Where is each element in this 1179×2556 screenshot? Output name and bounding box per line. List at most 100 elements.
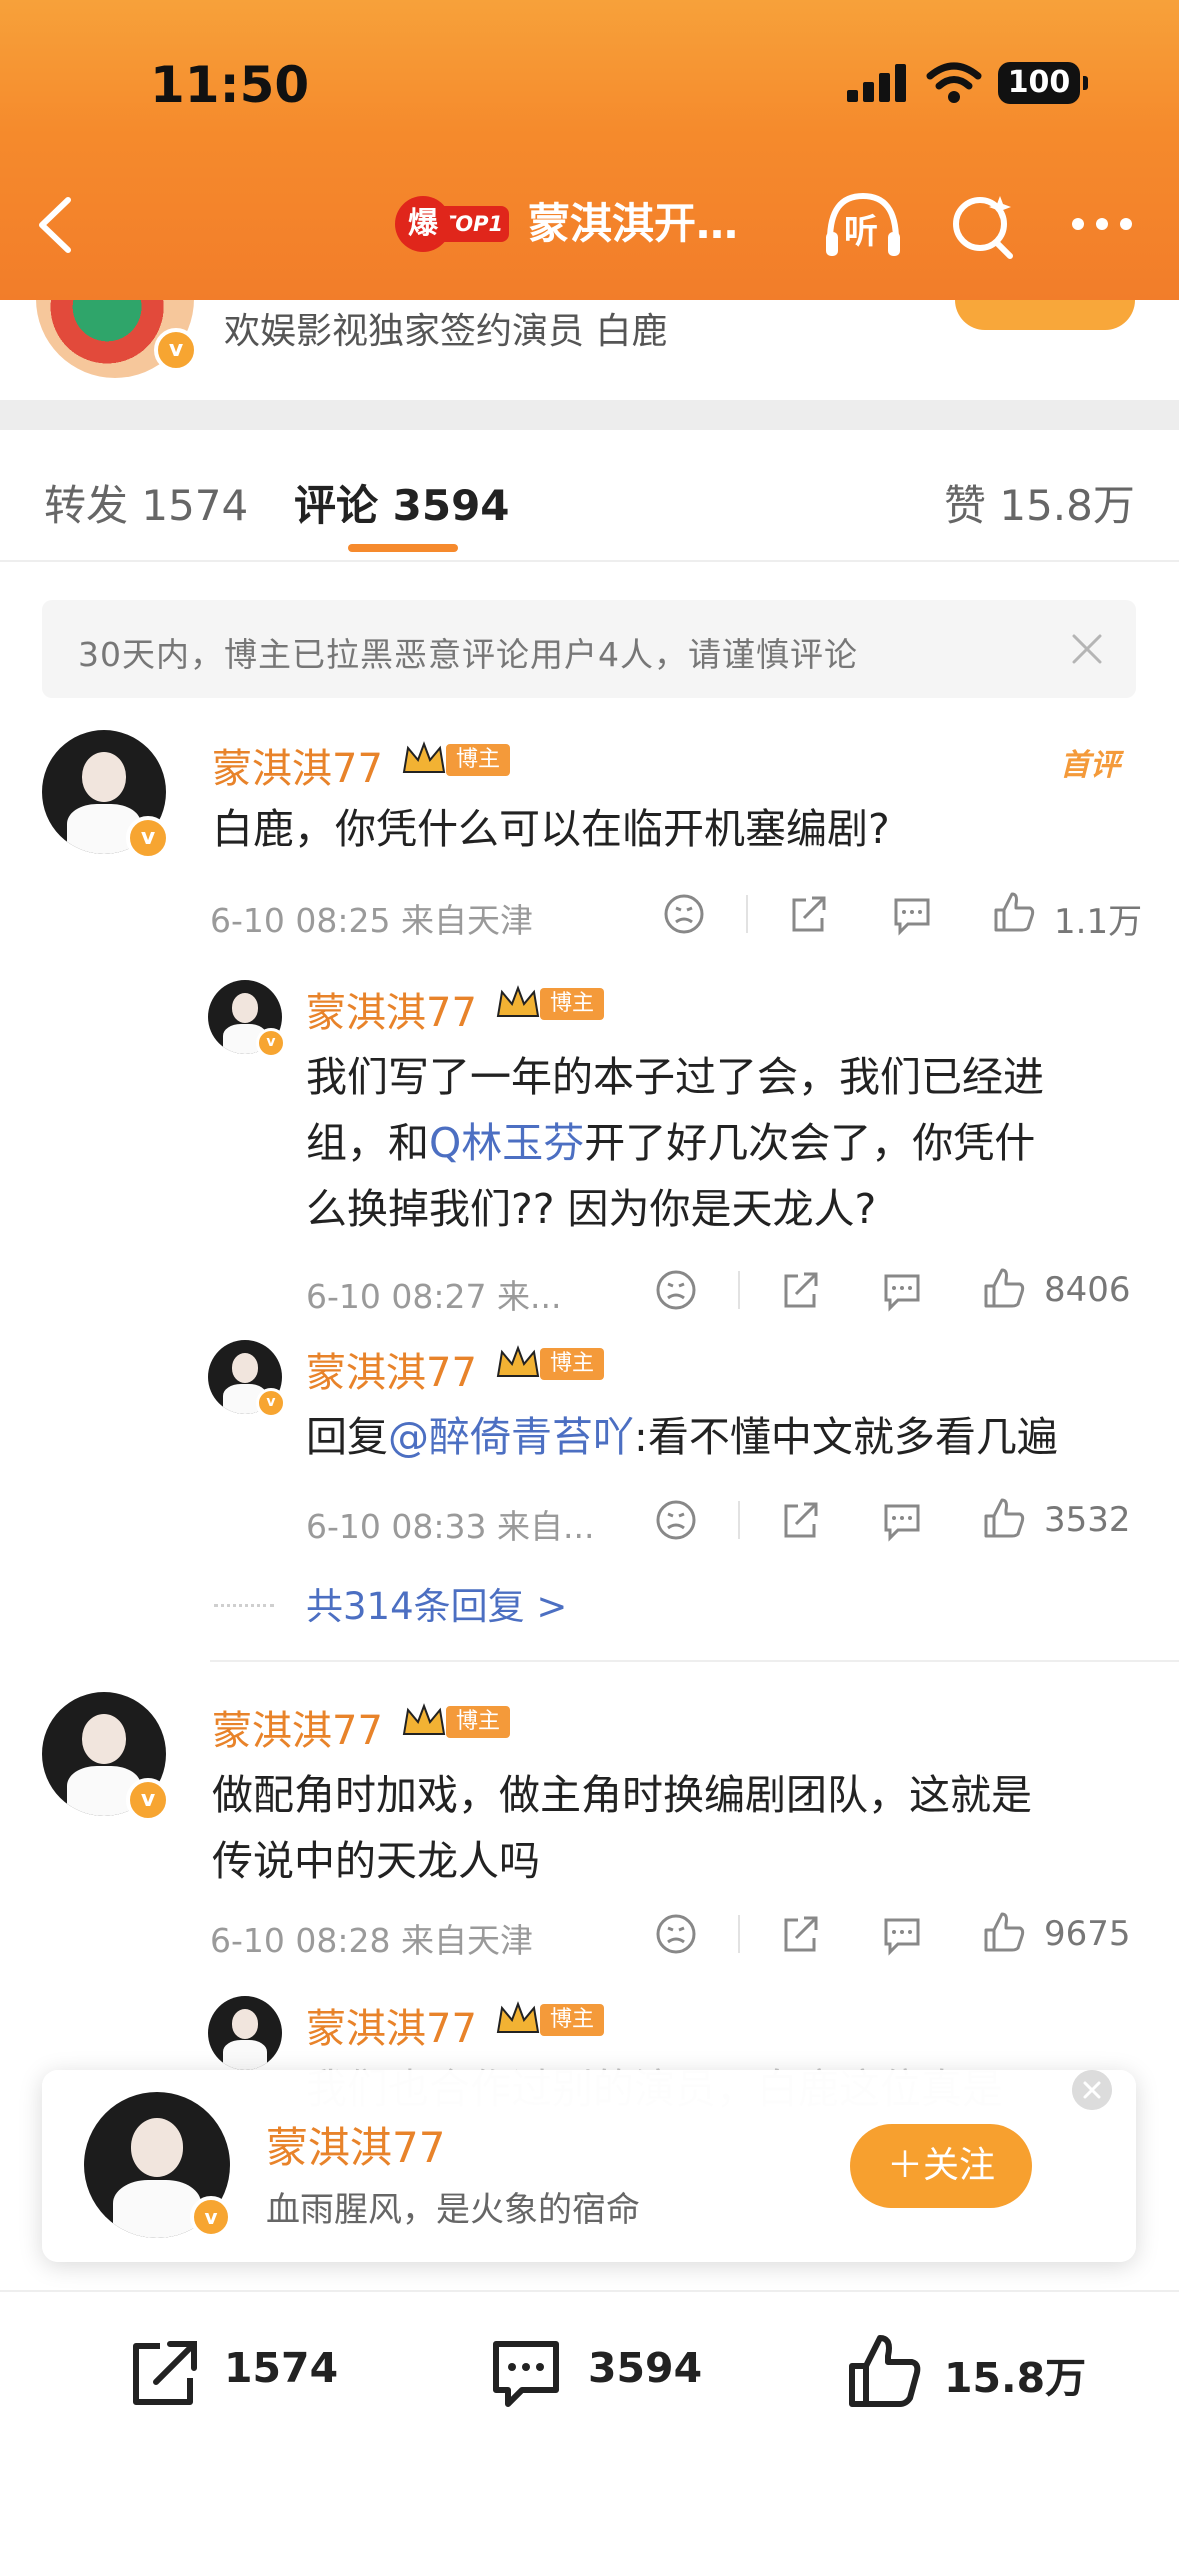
like-count-total[interactable]: 15.8万 — [944, 2344, 1086, 2404]
comment-meta: 6-10 08:25 来自天津 — [210, 901, 533, 940]
reply-username[interactable]: 蒙淇淇77 — [306, 1996, 477, 2054]
share-icon[interactable] — [778, 1912, 822, 1956]
like-count: 9675 — [1044, 1914, 1131, 1954]
dislike-icon[interactable] — [654, 1268, 698, 1312]
like-icon[interactable] — [982, 1266, 1026, 1310]
reply-icon[interactable] — [880, 1268, 924, 1312]
like-icon[interactable] — [982, 1496, 1026, 1540]
replies-connector — [214, 1604, 274, 1607]
crown-icon — [402, 1703, 446, 1735]
author-badge: 博主 — [446, 1706, 510, 1738]
crown-icon — [402, 741, 446, 773]
crown-icon — [496, 1345, 540, 1377]
repost-icon[interactable] — [124, 2332, 204, 2412]
close-icon[interactable] — [1072, 2070, 1112, 2110]
verified-badge-icon: v — [256, 1388, 286, 1418]
like-icon[interactable] — [992, 890, 1036, 934]
action-divider — [738, 1915, 740, 1953]
first-comment-tag: 首评 — [1060, 748, 1120, 783]
interaction-tabs: 转发 1574 评论 3594 赞 15.8万 — [0, 430, 1179, 562]
popup-username[interactable]: 蒙淇淇77 — [266, 2114, 445, 2175]
view-more-replies-link[interactable]: 共314条回复 > — [306, 1576, 567, 1630]
action-divider — [746, 895, 748, 933]
share-icon[interactable] — [778, 1498, 822, 1542]
verified-badge-icon: v — [126, 1778, 170, 1822]
reply-avatar[interactable] — [208, 1996, 282, 2070]
author-badge: 博主 — [446, 744, 510, 776]
follow-button[interactable]: ＋关注 — [850, 2124, 1032, 2208]
reply-meta: 6-10 08:27 来... — [306, 1277, 562, 1316]
comment-username[interactable]: 蒙淇淇77 — [212, 736, 383, 794]
comment-icon[interactable] — [486, 2332, 566, 2412]
like-count: 1.1万 — [1054, 902, 1143, 942]
comment-text-line: 做配角时加戏，做主角时换编剧团队，这就是 — [212, 1771, 1032, 1819]
bottom-action-bar: 1574 3594 15.8万 — [0, 2290, 1179, 2556]
comment-username[interactable]: 蒙淇淇77 — [212, 1698, 383, 1756]
status-time: 11:50 — [150, 56, 310, 114]
dislike-icon[interactable] — [654, 1912, 698, 1956]
back-icon[interactable] — [28, 190, 88, 260]
tab-likes[interactable]: 赞 15.8万 — [944, 472, 1135, 533]
like-icon[interactable] — [982, 1910, 1026, 1954]
battery-indicator: 100 — [998, 62, 1088, 104]
reply-text-line: 回复@醉倚青苔吖:看不懂中文就多看几遍 — [306, 1404, 1058, 1470]
popup-bio: 血雨腥风，是火象的宿命 — [266, 2190, 640, 2230]
verified-badge-icon: v — [154, 328, 198, 372]
author-badge: 博主 — [540, 2004, 604, 2036]
share-icon[interactable] — [786, 892, 830, 936]
weibo-comment-page: 11:50 100 TOP1 爆 蒙淇淇开… 听 v 欢娱影视独家签约演员 白鹿… — [0, 0, 1179, 2556]
reply-username[interactable]: 蒙淇淇77 — [306, 980, 477, 1038]
reply-text-segment: 组，和 — [306, 1119, 429, 1167]
reply-text-segment: 开了好几次会了，你凭什 — [584, 1119, 1036, 1167]
more-options-icon[interactable] — [1068, 212, 1138, 236]
tab-reposts[interactable]: 转发 1574 — [44, 472, 248, 533]
tab-comments[interactable]: 评论 3594 — [294, 472, 510, 533]
verified-badge-icon: v — [126, 816, 170, 860]
hot-fire-icon: 爆 — [395, 196, 451, 252]
reply-text-segment: 回复 — [306, 1413, 388, 1461]
close-icon[interactable] — [1068, 630, 1106, 668]
notice-text: 30天内，博主已拉黑恶意评论用户4人，请谨慎评论 — [78, 635, 858, 674]
listen-button[interactable]: 听 — [822, 188, 904, 262]
active-tab-indicator — [348, 544, 458, 552]
dislike-icon[interactable] — [654, 1498, 698, 1542]
like-count: 3532 — [1044, 1500, 1131, 1540]
reply-meta: 6-10 08:33 来自... — [306, 1507, 595, 1546]
cellular-signal-icon — [847, 62, 909, 102]
comment-meta: 6-10 08:28 来自天津 — [210, 1921, 533, 1960]
search-icon[interactable] — [948, 190, 1018, 260]
comment-divider — [210, 1660, 1179, 1662]
crown-icon — [496, 2001, 540, 2033]
author-description: 欢娱影视独家签约演员 白鹿 — [224, 311, 668, 352]
wifi-icon — [926, 62, 982, 103]
comment-text: 白鹿，你凭什么可以在临开机塞编剧? — [212, 805, 890, 853]
reply-username[interactable]: 蒙淇淇77 — [306, 1340, 477, 1398]
blocked-users-notice: 30天内，博主已拉黑恶意评论用户4人，请谨慎评论 — [42, 600, 1136, 698]
hot-search-badge[interactable]: TOP1 爆 — [395, 196, 509, 252]
author-badge: 博主 — [540, 988, 604, 1020]
verified-badge-icon: v — [256, 1028, 286, 1058]
like-count: 8406 — [1044, 1270, 1131, 1310]
mention-link[interactable]: @醉倚青苔吖 — [388, 1413, 634, 1461]
share-icon[interactable] — [778, 1268, 822, 1312]
dislike-icon[interactable] — [662, 892, 706, 936]
action-divider — [738, 1271, 740, 1309]
reply-icon[interactable] — [880, 1498, 924, 1542]
comment-text-line: 传说中的天龙人吗 — [212, 1837, 540, 1885]
reply-icon[interactable] — [890, 892, 934, 936]
reply-icon[interactable] — [880, 1912, 924, 1956]
reply-text-line: 么换掉我们?? 因为你是天龙人? — [306, 1185, 877, 1233]
reply-text-line: 我们写了一年的本子过了会，我们已经进 — [306, 1053, 1044, 1101]
topic-link[interactable]: Q林玉芬 — [429, 1119, 584, 1167]
author-badge: 博主 — [540, 1348, 604, 1380]
crown-icon — [496, 985, 540, 1017]
nav-title[interactable]: 蒙淇淇开… — [528, 196, 738, 252]
follow-suggestion-popup: v 蒙淇淇77 血雨腥风，是火象的宿命 ＋关注 — [42, 2070, 1136, 2262]
repost-count[interactable]: 1574 — [224, 2344, 338, 2392]
action-divider — [738, 1501, 740, 1539]
section-divider — [0, 400, 1179, 430]
top-header: 11:50 100 TOP1 爆 蒙淇淇开… 听 — [0, 0, 1179, 300]
like-icon[interactable] — [844, 2332, 924, 2412]
comment-count[interactable]: 3594 — [588, 2344, 702, 2392]
reply-text-segment: :看不懂中文就多看几遍 — [634, 1413, 1058, 1461]
